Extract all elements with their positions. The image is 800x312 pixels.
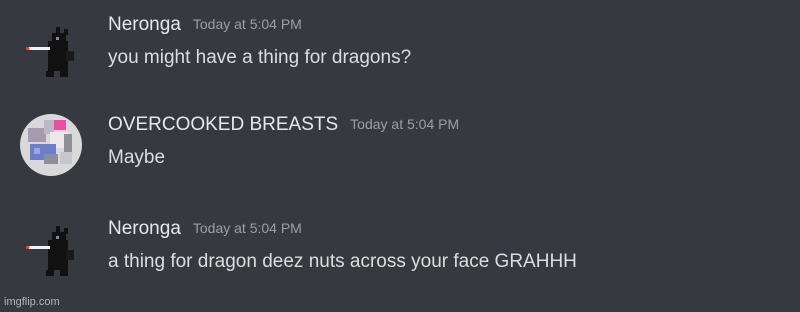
message-2: OVERCOOKED BREASTS Today at 5:04 PM Maybe (0, 114, 800, 178)
black-dragon-smoking-avatar-icon[interactable] (20, 21, 82, 83)
message-content: you might have a thing for dragons? (108, 47, 412, 68)
message-content: a thing for dragon deez nuts across your… (108, 251, 577, 272)
blocky-character-avatar-icon[interactable] (20, 114, 82, 176)
username[interactable]: Neronga (108, 218, 181, 239)
message-header: OVERCOOKED BREASTS Today at 5:04 PM (108, 114, 459, 136)
message-header: Neronga Today at 5:04 PM (108, 14, 302, 36)
message-content: Maybe (108, 147, 166, 168)
username[interactable]: OVERCOOKED BREASTS (108, 114, 338, 135)
timestamp[interactable]: Today at 5:04 PM (193, 16, 302, 32)
message-3: Neronga Today at 5:04 PM a thing for drag… (0, 218, 800, 282)
watermark: imgflip.com (4, 296, 60, 308)
timestamp[interactable]: Today at 5:04 PM (350, 116, 459, 132)
message-header: Neronga Today at 5:04 PM (108, 218, 302, 240)
timestamp[interactable]: Today at 5:04 PM (193, 220, 302, 236)
username[interactable]: Neronga (108, 14, 181, 35)
black-dragon-smoking-avatar-icon[interactable] (20, 220, 82, 282)
message-1: Neronga Today at 5:04 PM you might have a… (0, 14, 800, 83)
